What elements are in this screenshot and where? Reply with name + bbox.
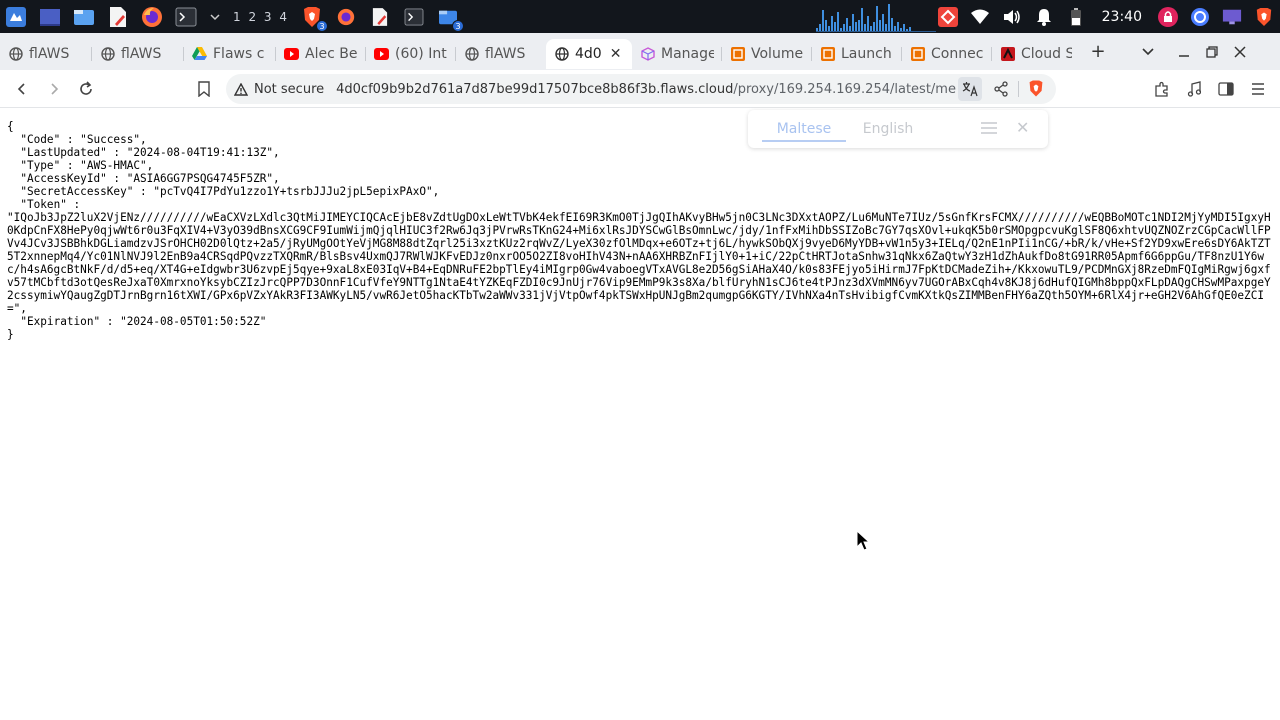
brave-taskbar-icon[interactable]: 3 <box>300 5 328 32</box>
translate-target-language-tab[interactable]: English <box>846 112 930 146</box>
site-info-button[interactable]: Not secure <box>234 82 324 97</box>
sidebar-toggle-icon[interactable] <box>1210 73 1242 105</box>
json-line: "LastUpdated" : "2024-08-04T19:41:13Z", <box>7 146 280 159</box>
chevron-down-icon[interactable] <box>208 5 222 29</box>
text-editor-window-icon[interactable] <box>368 5 392 29</box>
cloud-icon <box>1000 46 1015 61</box>
globe-icon <box>100 46 115 61</box>
share-icon[interactable] <box>994 81 1008 101</box>
translate-source-language-tab[interactable]: Maltese <box>762 112 846 146</box>
address-bar[interactable]: Not secure 4d0cf09b9b2d761a7d87be99d1750… <box>226 74 1056 104</box>
window-count-badge: 3 <box>451 19 464 32</box>
json-line: { <box>7 120 14 133</box>
json-line: "Token" : <box>7 198 81 211</box>
firefox-window-icon[interactable] <box>334 5 358 29</box>
reload-button[interactable] <box>70 73 102 105</box>
window-count-badge: 3 <box>315 19 328 32</box>
security-status-label: Not secure <box>254 81 325 97</box>
new-tab-button[interactable]: + <box>1084 38 1112 66</box>
file-manager-icon[interactable] <box>72 5 96 29</box>
tab-cloud[interactable]: Cloud S <box>992 39 1080 69</box>
terminal-window-icon[interactable] <box>402 5 426 29</box>
google-drive-icon <box>192 46 207 61</box>
tab-youtube-1[interactable]: Alec Be <box>276 39 366 69</box>
url-path: /proxy/169.254.169.254/latest/meta-data/… <box>733 81 957 97</box>
text-editor-icon[interactable] <box>106 5 130 29</box>
main-menu-icon[interactable] <box>1242 73 1274 105</box>
tab-flaws-2[interactable]: flAWS <box>92 39 184 69</box>
brave-tray-icon[interactable] <box>1254 7 1274 27</box>
json-line: "Type" : "AWS-HMAC", <box>7 159 154 172</box>
media-music-icon[interactable] <box>1178 73 1210 105</box>
volume-icon[interactable] <box>1002 7 1022 27</box>
browser-toolbar: Not secure 4d0cf09b9b2d761a7d87be99d1750… <box>0 70 1280 108</box>
close-window-button[interactable] <box>1226 38 1254 66</box>
json-line: } <box>7 328 14 341</box>
translate-close-icon[interactable]: ✕ <box>1016 118 1029 137</box>
anydesk-icon[interactable] <box>937 6 958 27</box>
battery-icon[interactable] <box>1066 7 1086 27</box>
tab-google-drive[interactable]: Flaws c <box>184 39 276 69</box>
maximize-window-button[interactable] <box>1198 38 1226 66</box>
json-line: "Expiration" : "2024-08-05T01:50:52Z" <box>7 315 267 328</box>
url-text[interactable]: 4d0cf09b9b2d761a7d87be99d17507bce8b86f3b… <box>336 82 956 97</box>
wifi-icon[interactable] <box>970 7 990 27</box>
tab-connect[interactable]: Connec <box>902 39 992 69</box>
aws-orange-icon <box>820 46 835 61</box>
network-activity-graph <box>816 4 936 32</box>
youtube-icon <box>374 46 389 61</box>
json-line: "Code" : "Success", <box>7 133 147 146</box>
tab-flaws-1[interactable]: flAWS <box>0 39 92 69</box>
globe-icon <box>554 46 569 61</box>
tab-flaws-3[interactable]: flAWS <box>456 39 546 69</box>
tab-volume[interactable]: Volume <box>722 39 812 69</box>
browser-tab-strip: flAWS flAWS Flaws c Alec Be (60) Int flA… <box>0 33 1280 70</box>
youtube-icon <box>284 46 299 61</box>
page-content: { "Code" : "Success", "LastUpdated" : "2… <box>0 108 1280 720</box>
mouse-cursor-icon <box>856 530 870 551</box>
tab-launch[interactable]: Launch <box>812 39 902 69</box>
app-launcher-icon[interactable] <box>4 5 28 29</box>
globe-icon <box>464 46 479 61</box>
display-icon[interactable] <box>1222 7 1242 27</box>
clock[interactable]: 23:40 <box>1102 9 1142 25</box>
translate-page-icon[interactable] <box>958 77 982 101</box>
forward-button[interactable] <box>38 73 70 105</box>
url-domain: 4d0cf09b9b2d761a7d87be99d17507bce8b86f3b… <box>336 81 734 97</box>
json-line: "AccessKeyId" : "ASIA6GG7PSQG4745F5ZR", <box>7 172 280 185</box>
workspace-switcher[interactable]: 1 2 3 4 <box>233 10 289 24</box>
aws-orange-icon <box>910 46 925 61</box>
json-response: { "Code" : "Success", "LastUpdated" : "2… <box>7 120 1273 341</box>
cube-icon <box>640 46 655 61</box>
globe-icon <box>8 46 23 61</box>
terminal-icon[interactable] <box>174 5 198 29</box>
tab-manage[interactable]: Manage <box>632 39 722 69</box>
json-line: "SecretAccessKey" : "pcTvQ4I7PdYu1zzo1Y+… <box>7 185 440 198</box>
firefox-icon[interactable] <box>140 5 164 29</box>
lock-screen-icon[interactable] <box>1158 6 1178 27</box>
translate-options-menu-icon[interactable] <box>980 120 998 139</box>
json-line: "IQoJb3JpZ2luX2VjENz//////////wEaCXVzLXd… <box>7 211 1271 315</box>
desktop-icon[interactable] <box>38 5 62 29</box>
aws-orange-icon <box>730 46 745 61</box>
back-button[interactable] <box>6 73 38 105</box>
tab-active-metadata[interactable]: 4d0 ✕ <box>546 38 632 69</box>
bookmark-icon[interactable] <box>188 73 220 105</box>
warning-triangle-icon <box>234 82 248 96</box>
system-taskbar: 1 2 3 4 3 3 23:40 <box>0 0 1280 33</box>
minimize-window-button[interactable] <box>1170 38 1198 66</box>
close-tab-icon[interactable]: ✕ <box>610 46 622 62</box>
brave-shields-icon[interactable] <box>1028 79 1044 102</box>
extensions-icon[interactable] <box>1146 73 1178 105</box>
notifications-bell-icon[interactable] <box>1034 7 1054 27</box>
tab-youtube-2[interactable]: (60) Int <box>366 39 456 69</box>
tab-search-chevron-icon[interactable] <box>1134 38 1162 66</box>
translate-popup: Maltese English ✕ <box>748 110 1048 148</box>
files-window-icon[interactable]: 3 <box>436 5 464 32</box>
vpn-icon[interactable] <box>1190 7 1210 27</box>
